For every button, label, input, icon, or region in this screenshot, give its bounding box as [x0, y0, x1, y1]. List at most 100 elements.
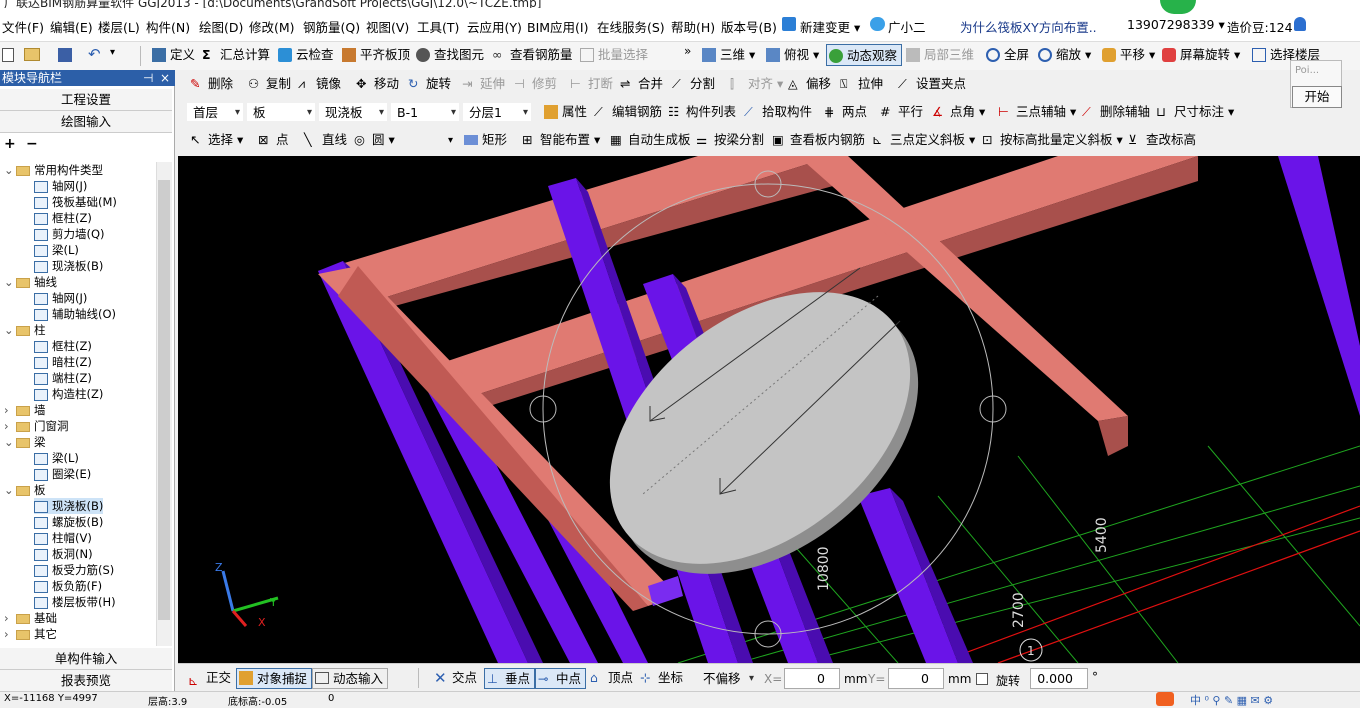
y-input[interactable]: 0	[888, 668, 944, 689]
cloud-check-button[interactable]: 云检查	[276, 44, 334, 66]
3d-viewport[interactable]: 10800 5400 2700 1 Z Y X	[178, 156, 1360, 663]
split-button[interactable]: ⟋ 分割	[670, 73, 715, 95]
expand-all-icon[interactable]: +	[4, 136, 16, 152]
single-component-input-button[interactable]: 单构件输入	[0, 648, 172, 670]
menu-draw[interactable]: 绘图(D)	[199, 17, 243, 36]
tree-item[interactable]: 圈梁(E)	[34, 466, 91, 482]
tree-item[interactable]: 板洞(N)	[34, 546, 93, 562]
point-tool-button[interactable]: ⊠ 点	[256, 129, 289, 151]
dynamic-input-toggle[interactable]: 动态输入	[312, 668, 389, 689]
undo-icon[interactable]: ↶	[88, 45, 101, 63]
coordinate-snap[interactable]: ⊹ 坐标	[638, 668, 687, 689]
menu-edit[interactable]: 编辑(E)	[50, 17, 93, 36]
tree-item[interactable]: 构造柱(Z)	[34, 386, 103, 402]
menu-floor[interactable]: 楼层(L)	[98, 17, 140, 36]
mirror-button[interactable]: ⩘ 镜像	[296, 73, 341, 95]
expand-arrow-icon[interactable]: ›	[4, 626, 14, 642]
tree-item[interactable]: 轴网(J)	[34, 178, 87, 194]
tree-item[interactable]: 轴网(J)	[34, 290, 87, 306]
define-button[interactable]: 定义	[150, 44, 195, 66]
tree-folder[interactable]: › 基础	[4, 610, 57, 626]
subtype-select[interactable]: 现浇板	[318, 102, 388, 123]
vertex-snap[interactable]: ⌂ 顶点	[588, 668, 637, 689]
toolbar-overflow-icon[interactable]: »	[684, 44, 691, 58]
two-point-button[interactable]: ⋕ 两点	[822, 101, 867, 123]
collapse-arrow-icon[interactable]: ⌄	[4, 322, 14, 338]
assistant-button[interactable]: 广小二	[870, 17, 926, 36]
point-angle-button[interactable]: ∡ 点角 ▾	[930, 101, 985, 123]
screen-rotate-button[interactable]: 屏幕旋转 ▾	[1160, 44, 1240, 66]
rotate-button[interactable]: ↻ 旋转	[406, 73, 451, 95]
rectangle-tool-button[interactable]: 矩形	[462, 129, 507, 151]
dynamic-observe-button[interactable]: 动态观察	[826, 44, 903, 66]
floor-select[interactable]: 首层	[186, 102, 244, 123]
view-slab-rebar-button[interactable]: ▣ 查看板内钢筋	[770, 129, 865, 151]
tree-item[interactable]: 柱帽(V)	[34, 530, 92, 546]
edit-elevation-button[interactable]: ⊻ 查改标高	[1126, 129, 1196, 151]
pin-icon[interactable]: ⊣	[143, 70, 153, 86]
view-rebar-qty-button[interactable]: ∞ 查看钢筋量	[490, 44, 573, 66]
split-by-beam-button[interactable]: ⚌ 按梁分割	[694, 129, 764, 151]
menu-bim[interactable]: BIM应用(I)	[527, 17, 589, 36]
menu-online[interactable]: 在线服务(S)	[597, 17, 665, 36]
rotate-checkbox[interactable]	[976, 673, 988, 685]
component-list-button[interactable]: ☷ 构件列表	[666, 101, 736, 123]
menu-help[interactable]: 帮助(H)	[671, 17, 715, 36]
undo-dropdown-icon[interactable]: ▾	[110, 47, 115, 58]
expand-arrow-icon[interactable]: ›	[4, 402, 14, 418]
intersection-snap[interactable]: ✕ 交点	[432, 668, 481, 689]
midpoint-snap[interactable]: ⊸ 中点	[535, 668, 587, 689]
tree-item[interactable]: 暗柱(Z)	[34, 354, 92, 370]
close-icon[interactable]: ×	[160, 70, 170, 86]
menu-modify[interactable]: 修改(M)	[249, 17, 295, 36]
batch-slope-button[interactable]: ⊡ 按标高批量定义斜板 ▾	[980, 129, 1123, 151]
align-button[interactable]: ⫿ 对齐 ▾	[728, 73, 783, 95]
collapse-all-icon[interactable]: −	[26, 136, 38, 152]
dimension-button[interactable]: ⊔ 尺寸标注 ▾	[1154, 101, 1234, 123]
rotate-input[interactable]: 0.000	[1030, 668, 1088, 689]
batch-select-button[interactable]: 批量选择	[578, 44, 648, 66]
component-name-select[interactable]: B-1	[390, 102, 460, 123]
tree-item[interactable]: 端柱(Z)	[34, 370, 92, 386]
set-grip-button[interactable]: ⟋ 设置夹点	[896, 73, 966, 95]
ime-logo-icon[interactable]	[1156, 692, 1174, 706]
phone-account[interactable]: 13907298339 ▾	[1127, 17, 1225, 32]
copy-button[interactable]: ⚇ 复制	[246, 73, 291, 95]
bell-icon[interactable]	[1294, 17, 1306, 31]
edit-rebar-button[interactable]: ⟋ 编辑钢筋	[592, 101, 662, 123]
tree-folder[interactable]: › 墙	[4, 402, 46, 418]
tree-item[interactable]: 框柱(Z)	[34, 210, 92, 226]
tree-item[interactable]: 剪力墙(Q)	[34, 226, 105, 242]
offset-select[interactable]: 不偏移	[696, 668, 758, 689]
report-preview-button[interactable]: 报表预览	[0, 670, 172, 692]
collapse-arrow-icon[interactable]: ⌄	[4, 162, 14, 178]
object-snap-toggle[interactable]: 对象捕捉	[236, 668, 313, 689]
menu-cloud[interactable]: 云应用(Y)	[467, 17, 522, 36]
line-tool-button[interactable]: ╲ 直线	[302, 129, 347, 151]
tree-item[interactable]: 框柱(Z)	[34, 338, 92, 354]
delete-axis-button[interactable]: ⟋ 删除辅轴	[1080, 101, 1150, 123]
three-point-axis-button[interactable]: ⊢ 三点辅轴 ▾	[996, 101, 1076, 123]
tree-item[interactable]: 梁(L)	[34, 242, 79, 258]
local-3d-button[interactable]: 局部三维	[904, 44, 974, 66]
align-slab-top-button[interactable]: 平齐板顶	[340, 44, 410, 66]
menu-file[interactable]: 文件(F)	[2, 17, 44, 36]
stretch-button[interactable]: ⍂ 拉伸	[838, 73, 883, 95]
new-change-menu[interactable]: 新建变更 ▾	[782, 17, 860, 36]
auto-slab-button[interactable]: ▦ 自动生成板	[608, 129, 691, 151]
top-view-button[interactable]: 俯视 ▾	[764, 44, 819, 66]
three-point-slope-button[interactable]: ⊾ 三点定义斜板 ▾	[870, 129, 975, 151]
3d-view-button[interactable]: 三维 ▾	[700, 44, 755, 66]
type-select[interactable]: 板	[246, 102, 316, 123]
tree-folder[interactable]: › 门窗洞	[4, 418, 69, 434]
x-input[interactable]: 0	[784, 668, 840, 689]
menu-rebar[interactable]: 钢筋量(Q)	[303, 17, 360, 36]
tree-item[interactable]: 现浇板(B)	[34, 258, 103, 274]
start-button[interactable]: 开始	[1292, 86, 1342, 108]
question-link[interactable]: 为什么筏板XY方向布置..	[960, 17, 1097, 36]
collapse-arrow-icon[interactable]: ⌄	[4, 274, 14, 290]
expand-arrow-icon[interactable]: ›	[4, 610, 14, 626]
layer-select[interactable]: 分层1	[462, 102, 532, 123]
tree-item[interactable]: 筏板基础(M)	[34, 194, 117, 210]
collapse-arrow-icon[interactable]: ⌄	[4, 482, 14, 498]
